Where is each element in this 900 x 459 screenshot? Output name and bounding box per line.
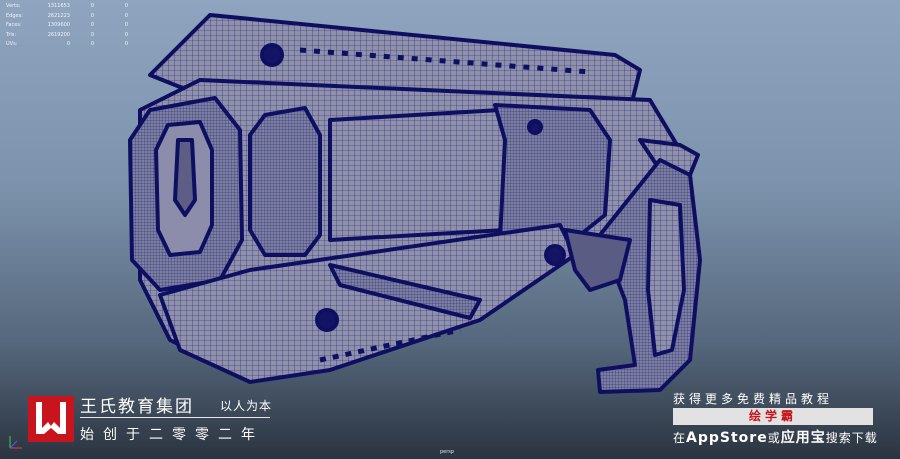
hud-row-tris: Tris: 2619200 0 0 xyxy=(6,31,128,41)
hud-value: 0 xyxy=(124,22,128,29)
hud-label: Tris: xyxy=(6,31,17,38)
hud-label: Verts: xyxy=(6,3,21,9)
hud-row-edges: Edges: 2621223 0 0 xyxy=(6,12,128,22)
hud-label: Edges: xyxy=(6,12,23,19)
hud-row-faces: Faces: 1309600 0 0 xyxy=(6,21,128,31)
hud-row-verts: Verts: 1311653 0 0 xyxy=(6,2,128,12)
rear-cylinder xyxy=(493,103,612,242)
hud-value: 0 xyxy=(124,41,128,48)
brand-slogan: 以人为本 xyxy=(220,399,273,413)
screw-rear xyxy=(527,119,543,135)
hud-label: Faces: xyxy=(6,22,22,29)
hud-value: 2621223 xyxy=(47,12,70,19)
promo-store-appstore: AppStore xyxy=(686,430,768,446)
promo-download-text: 在AppStore或应用宝搜索下载 xyxy=(673,427,878,447)
promo-suffix: 搜索下载 xyxy=(825,431,878,445)
revolver-cylinder xyxy=(328,108,512,242)
hud-label: UVs: xyxy=(6,41,18,48)
promo-prefix: 在 xyxy=(673,431,687,445)
promo-mid: 或 xyxy=(767,431,781,445)
brand-logo-icon xyxy=(28,396,74,442)
screw-front xyxy=(315,308,339,332)
hud-value: 0 xyxy=(124,3,128,9)
brand-divider xyxy=(80,417,270,418)
bore-hole xyxy=(173,138,197,217)
hud-value: 0 xyxy=(90,12,94,19)
hud-value: 0 xyxy=(124,12,128,19)
poly-count-hud: Verts: 1311653 0 0 Edges: 2621223 0 0 Fa… xyxy=(6,2,128,50)
axis-gizmo-icon xyxy=(9,436,22,449)
hud-value: 2619200 xyxy=(47,31,70,38)
screw-top xyxy=(260,43,284,67)
hud-value: 1309600 xyxy=(47,22,70,29)
hud-value: 0 xyxy=(124,31,128,38)
trigger-guard xyxy=(563,228,632,292)
brand-name: 王氏教育集团 xyxy=(80,397,194,417)
hud-value: 0 xyxy=(66,41,70,48)
brand-founded: 始创于二零零二年 xyxy=(80,427,264,443)
cylinder-housing xyxy=(248,106,322,257)
hud-row-uvs: UVs: 0 0 0 xyxy=(6,40,128,50)
hud-value: 0 xyxy=(90,3,94,9)
revolver-wireframe-model[interactable] xyxy=(128,13,702,394)
promo-app-name: 绘学霸 xyxy=(673,408,873,425)
screw-mid xyxy=(544,244,566,266)
hud-value: 1311653 xyxy=(47,3,70,9)
hud-value: 0 xyxy=(90,41,94,48)
promo-store-yingyongbao: 应用宝 xyxy=(780,430,826,446)
promo-headline: 获得更多免费精品教程 xyxy=(673,392,834,406)
camera-label: persp xyxy=(440,449,455,455)
hud-value: 0 xyxy=(90,31,94,38)
hud-value: 0 xyxy=(90,22,94,29)
